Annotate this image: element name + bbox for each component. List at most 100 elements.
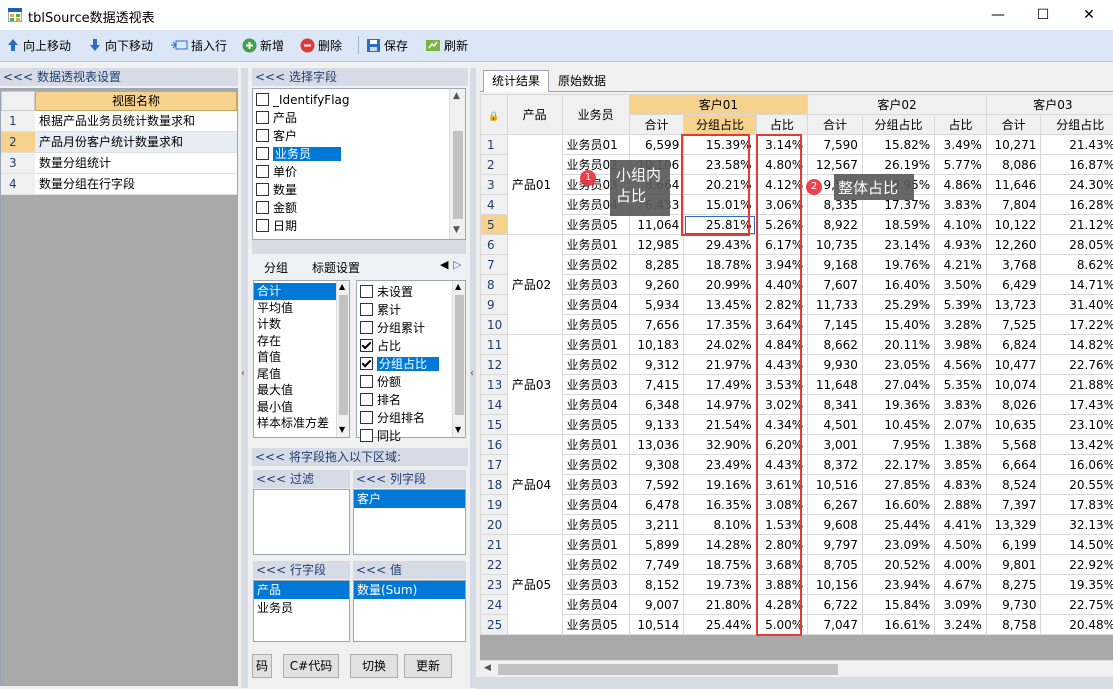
value-cell[interactable]: 4.83% (934, 474, 987, 495)
salesperson-cell[interactable]: 业务员05 (561, 514, 630, 535)
value-cell[interactable]: 7,590 (807, 134, 863, 155)
value-cell[interactable]: 21.80% (683, 594, 757, 615)
field-item[interactable]: 日期 (253, 217, 449, 235)
scroll-thumb[interactable] (339, 295, 348, 415)
update-button[interactable]: 更新 (404, 654, 452, 678)
value-cell[interactable]: 32.13% (1040, 514, 1113, 535)
value-cell[interactable]: 32.90% (683, 434, 757, 455)
value-cell[interactable]: 4.93% (934, 234, 987, 255)
value-cell[interactable]: 8,922 (807, 214, 863, 235)
value-field-area[interactable]: 数量(Sum) (353, 580, 466, 642)
salesperson-cell[interactable]: 业务员05 (561, 414, 630, 435)
value-cell[interactable]: 11,733 (807, 294, 863, 315)
value-cell[interactable]: 10,156 (807, 574, 863, 595)
value-cell[interactable]: 9,930 (807, 354, 863, 375)
salesperson-cell[interactable]: 业务员03 (561, 574, 630, 595)
value-cell[interactable]: 4.50% (934, 534, 987, 555)
option-item[interactable]: 份额 (357, 373, 452, 391)
value-cell[interactable]: 13,329 (985, 514, 1042, 535)
value-cell[interactable]: 8,524 (985, 474, 1042, 495)
value-cell[interactable]: 3.09% (934, 594, 987, 615)
sub-header-group-ratio[interactable]: 分组占比 (1040, 114, 1113, 135)
scroll-down-icon[interactable]: ▼ (455, 425, 461, 434)
value-cell[interactable]: 31.40% (1040, 294, 1113, 315)
value-cell[interactable]: 6,429 (985, 274, 1042, 295)
value-cell[interactable]: 3.49% (934, 134, 987, 155)
value-cell[interactable]: 10,735 (807, 234, 863, 255)
checkbox[interactable] (256, 201, 269, 214)
aggregate-item[interactable]: 最大值 (254, 382, 336, 399)
value-cell[interactable]: 6,267 (807, 494, 863, 515)
value-cell[interactable]: 9,312 (628, 354, 685, 375)
value-cell[interactable]: 5,899 (628, 534, 685, 555)
column-field-header[interactable]: <<< 列字段 (353, 470, 466, 488)
tab-group[interactable]: 分组 (264, 259, 288, 276)
salesperson-cell[interactable]: 业务员02 (561, 254, 630, 275)
view-row[interactable]: 2 产品月份客户统计数量求和 (1, 132, 237, 153)
refresh-button[interactable]: 刷新 (425, 34, 468, 56)
field-item[interactable]: 金额 (253, 199, 449, 217)
field-list-scrollbar[interactable]: ▲ ▼ (449, 89, 465, 239)
value-cell[interactable]: 8.62% (1040, 254, 1113, 275)
value-cell[interactable]: 25.44% (861, 514, 936, 535)
grid-h-scrollbar[interactable]: ◀ (480, 660, 1113, 677)
add-button[interactable]: 新增 (242, 34, 284, 56)
value-cell[interactable]: 25.29% (861, 294, 936, 315)
value-cell[interactable]: 29.43% (683, 234, 757, 255)
value-cell[interactable]: 28.05% (1040, 234, 1113, 255)
scroll-up-icon[interactable]: ▲ (339, 282, 345, 291)
scroll-up-icon[interactable]: ▲ (455, 282, 461, 291)
value-cell[interactable]: 10,635 (985, 414, 1042, 435)
value-cell[interactable]: 13.45% (683, 294, 757, 315)
value-cell[interactable]: 23.09% (861, 534, 936, 555)
checkbox[interactable] (360, 393, 373, 406)
value-cell[interactable]: 4.86% (934, 174, 987, 195)
aggregate-item[interactable]: 最小值 (254, 399, 336, 416)
value-cell[interactable]: 6,664 (985, 454, 1042, 475)
checkbox[interactable] (360, 429, 373, 442)
value-cell[interactable]: 4.41% (934, 514, 987, 535)
value-cell[interactable]: 22.17% (861, 454, 936, 475)
value-cell[interactable]: 18.75% (683, 554, 757, 575)
aggregate-scrollbar[interactable]: ▲ ▼ (336, 281, 349, 437)
salesperson-cell[interactable]: 业务员03 (561, 274, 630, 295)
value-cell[interactable]: 7,397 (985, 494, 1042, 515)
value-cell[interactable]: 23.94% (861, 574, 936, 595)
salesperson-cell[interactable]: 业务员05 (561, 314, 630, 335)
row-number[interactable]: 16 (480, 434, 508, 455)
salesperson-cell[interactable]: 业务员01 (561, 234, 630, 255)
value-cell[interactable]: 4.21% (934, 254, 987, 275)
row-number[interactable]: 12 (480, 354, 508, 375)
value-cell[interactable]: 24.02% (683, 334, 757, 355)
value-cell[interactable]: 10.45% (861, 414, 936, 435)
value-cell[interactable]: 7,592 (628, 474, 685, 495)
value-cell[interactable]: 21.88% (1040, 374, 1113, 395)
salesperson-cell[interactable]: 业务员05 (561, 614, 630, 635)
tab-title-settings[interactable]: 标题设置 (312, 259, 360, 276)
view-row[interactable]: 3 数量分组统计 (1, 153, 237, 174)
value-cell[interactable]: 9,308 (628, 454, 685, 475)
value-cell[interactable]: 14.28% (683, 534, 757, 555)
value-cell[interactable]: 15.82% (861, 134, 936, 155)
sub-header-total[interactable]: 合计 (628, 114, 685, 135)
option-item[interactable]: 排名 (357, 391, 452, 409)
checkbox[interactable] (360, 303, 373, 316)
value-cell[interactable]: 4,501 (807, 414, 863, 435)
value-cell[interactable]: 9,608 (807, 514, 863, 535)
checkbox[interactable] (256, 219, 269, 232)
switch-button[interactable]: 切换 (350, 654, 398, 678)
value-cell[interactable]: 18.78% (683, 254, 757, 275)
value-cell[interactable]: 9,730 (985, 594, 1042, 615)
row-number[interactable]: 15 (480, 414, 508, 435)
value-cell[interactable]: 14.50% (1040, 534, 1113, 555)
value-cell[interactable]: 5,568 (985, 434, 1042, 455)
row-number[interactable]: 18 (480, 474, 508, 495)
value-cell[interactable]: 17.35% (683, 314, 757, 335)
row-number[interactable]: 7 (480, 254, 508, 275)
value-field-header[interactable]: <<< 值 (353, 561, 466, 579)
value-cell[interactable]: 7,607 (807, 274, 863, 295)
value-cell[interactable]: 21.54% (683, 414, 757, 435)
salesperson-cell[interactable]: 业务员01 (561, 434, 630, 455)
code-button[interactable]: 码 (252, 654, 272, 678)
tab-scroll-right-icon[interactable]: ▷ (453, 258, 461, 271)
